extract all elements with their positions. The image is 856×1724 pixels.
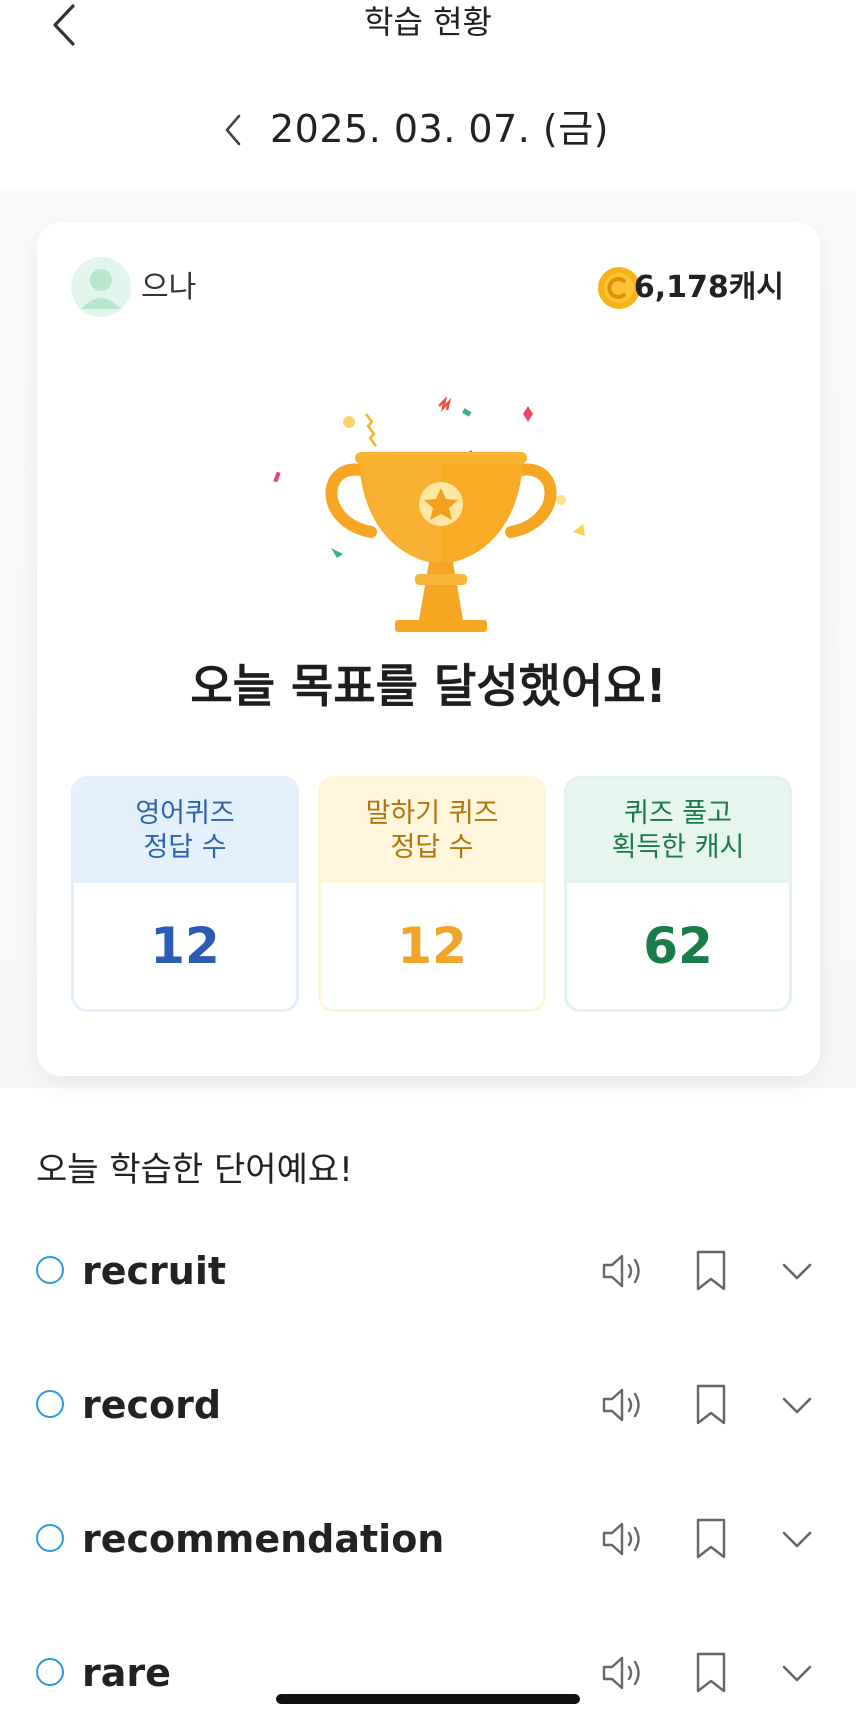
bookmark-icon[interactable]: [694, 1383, 728, 1427]
stat-speaking-quiz: 말하기 퀴즈 정답 수 12: [318, 776, 546, 1012]
stat-label-line1: 말하기 퀴즈: [365, 798, 499, 829]
stat-label-line2: 정답 수: [390, 832, 474, 863]
chevron-left-icon: [225, 114, 241, 146]
stat-value: 12: [150, 917, 220, 975]
word-check-radio[interactable]: [36, 1256, 64, 1284]
stat-header: 말하기 퀴즈 정답 수: [321, 779, 543, 883]
chevron-down-icon[interactable]: [780, 1388, 814, 1422]
stat-header: 영어퀴즈 정답 수: [74, 779, 296, 883]
user-name: 으나: [141, 270, 197, 305]
word-list-item: recommendation: [0, 1500, 856, 1580]
words-section-title: 오늘 학습한 단어예요!: [36, 1150, 353, 1190]
stat-value: 12: [397, 917, 467, 975]
chevron-down-icon[interactable]: [780, 1254, 814, 1288]
cash-balance: 6,178캐시: [633, 270, 784, 305]
word-list-item: record: [0, 1366, 856, 1446]
bookmark-icon[interactable]: [694, 1651, 728, 1695]
speaker-icon[interactable]: [600, 1517, 646, 1561]
trophy-icon: [273, 395, 585, 632]
stat-english-quiz: 영어퀴즈 정답 수 12: [71, 776, 299, 1012]
bookmark-icon[interactable]: [694, 1517, 728, 1561]
stat-label-line2: 정답 수: [143, 832, 227, 863]
word-check-radio[interactable]: [36, 1390, 64, 1418]
stat-value: 62: [643, 917, 713, 975]
stat-label-line1: 영어퀴즈: [135, 798, 235, 829]
word-text: rare: [82, 1651, 171, 1695]
date-label: 2025. 03. 07. (금): [270, 107, 609, 151]
daily-summary-card: 으나 6,178캐시 오늘 목표를 달성했어요! 영어퀴즈 정답 수 12 말하…: [37, 222, 820, 1076]
stat-label-line1: 퀴즈 풀고: [624, 798, 732, 829]
stat-label-line2: 획득한 캐시: [611, 832, 745, 863]
word-text: record: [82, 1383, 222, 1427]
word-text: recommendation: [82, 1517, 445, 1561]
word-check-radio[interactable]: [36, 1658, 64, 1686]
stat-earned-cash: 퀴즈 풀고 획득한 캐시 62: [564, 776, 792, 1012]
speaker-icon[interactable]: [600, 1383, 646, 1427]
header: 학습 현황: [0, 0, 856, 60]
previous-date-button[interactable]: [215, 108, 251, 152]
avatar: [71, 257, 131, 317]
word-list-item: recruit: [0, 1232, 856, 1312]
goal-achieved-title: 오늘 목표를 달성했어요!: [190, 659, 667, 713]
bookmark-icon[interactable]: [694, 1249, 728, 1293]
user-icon: [81, 269, 121, 309]
word-text: recruit: [82, 1249, 227, 1293]
word-check-radio[interactable]: [36, 1524, 64, 1552]
chevron-down-icon[interactable]: [780, 1656, 814, 1690]
speaker-icon[interactable]: [600, 1651, 646, 1695]
speaker-icon[interactable]: [600, 1249, 646, 1293]
date-navigator: 2025. 03. 07. (금): [0, 100, 856, 160]
page-title: 학습 현황: [364, 3, 492, 41]
chevron-down-icon[interactable]: [780, 1522, 814, 1556]
home-indicator: [276, 1694, 580, 1704]
stat-header: 퀴즈 풀고 획득한 캐시: [567, 779, 789, 883]
